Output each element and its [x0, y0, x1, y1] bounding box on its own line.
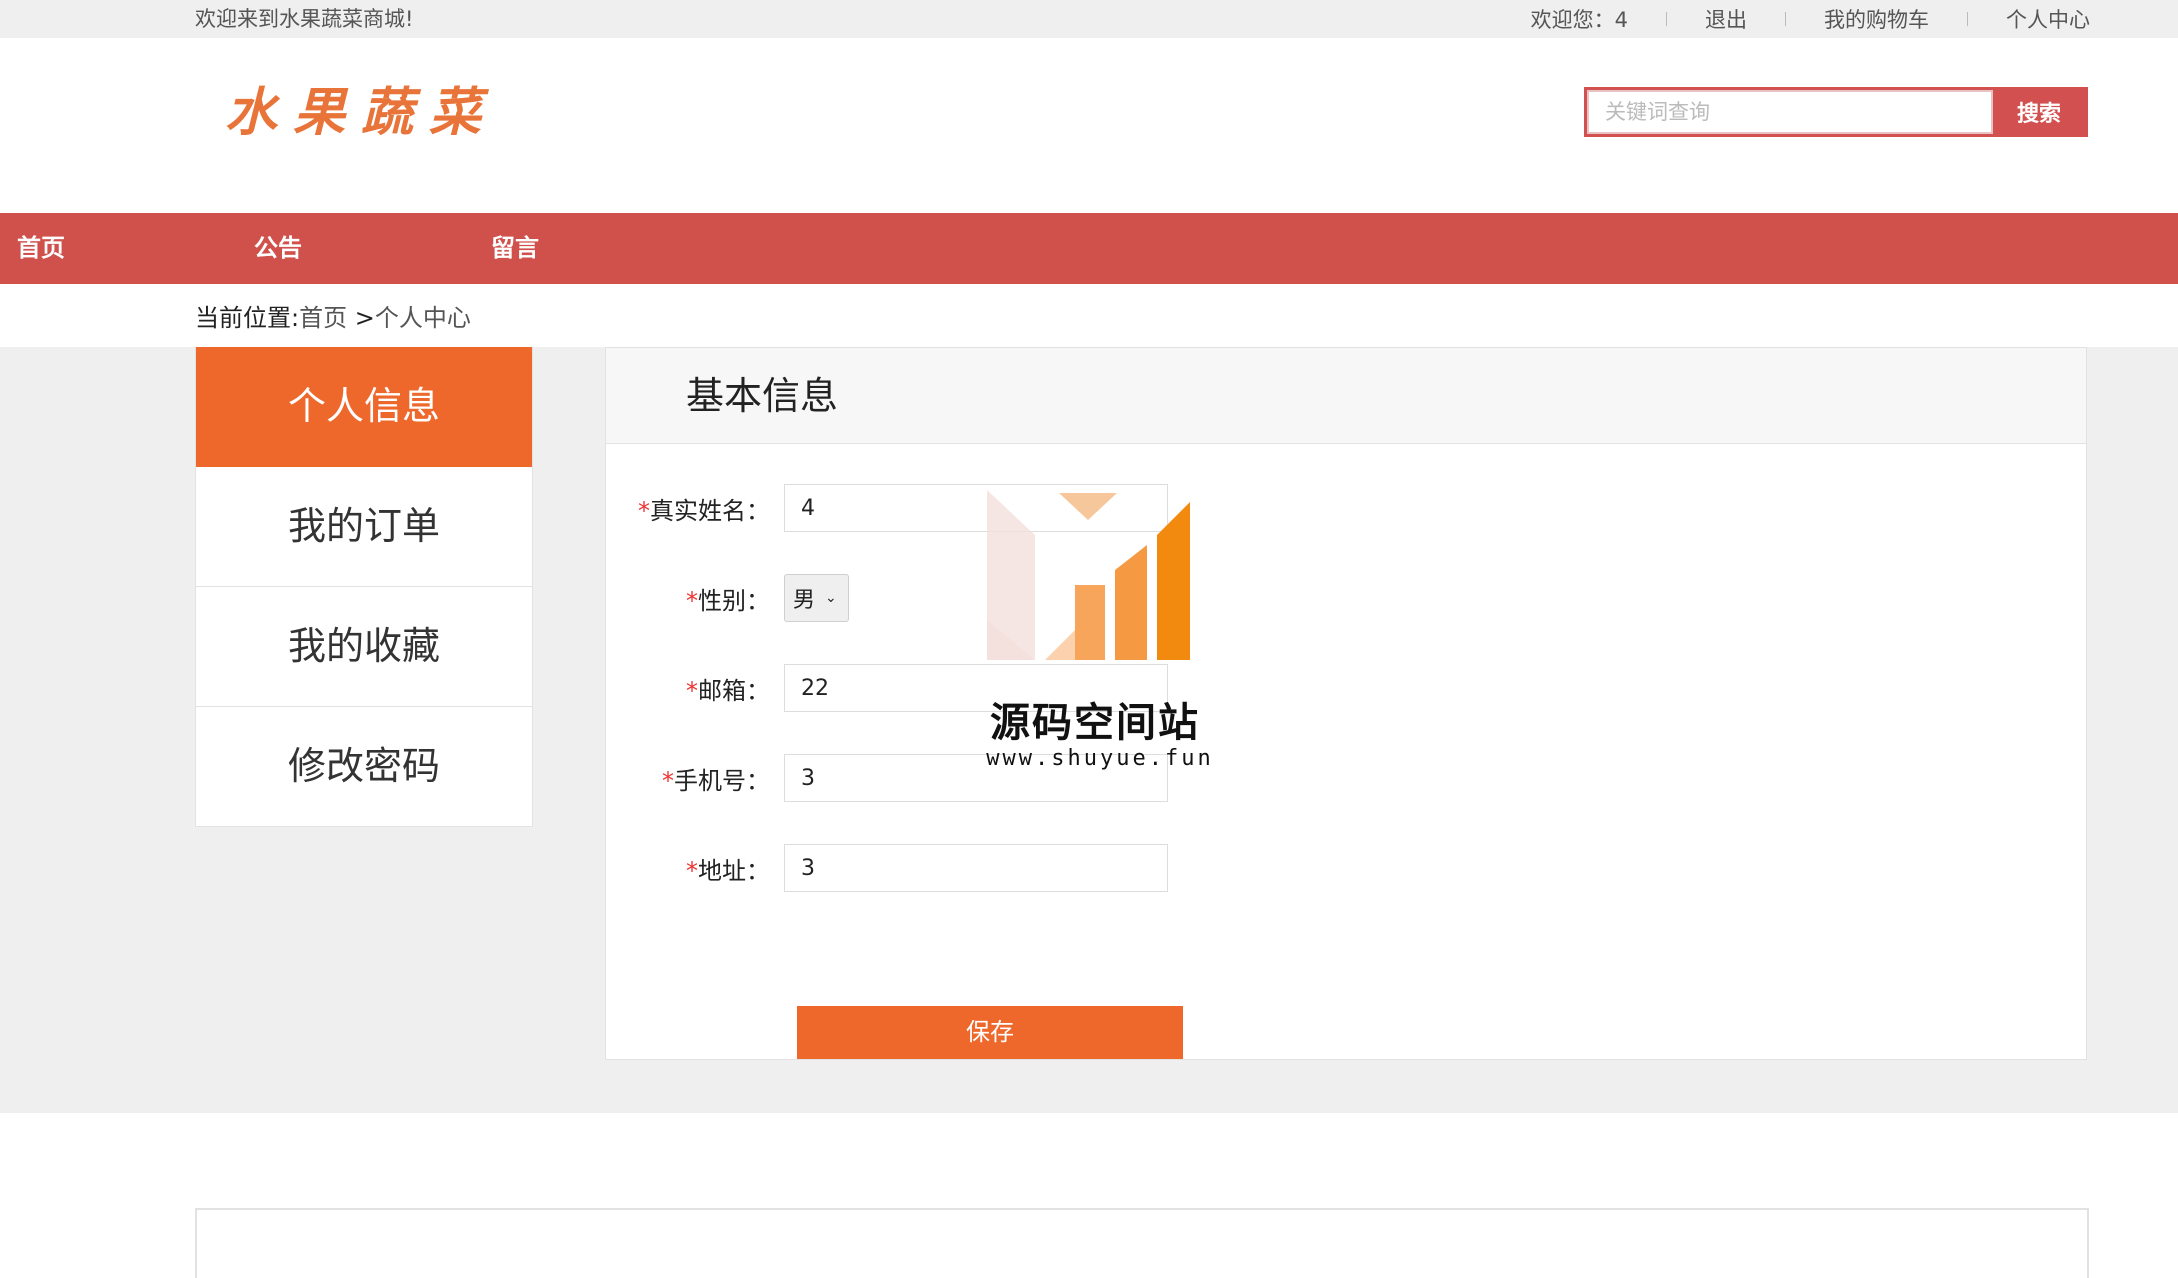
top-links: 欢迎您：4 退出 我的购物车 个人中心 [1493, 0, 2090, 38]
profile-panel: 基本信息 *真实姓名： *性别： 男 ⌄ *邮箱： *手机号： *地址： 保存 [605, 347, 2087, 1060]
address-label: *地址： [606, 851, 784, 886]
required-mark: * [662, 766, 674, 795]
required-mark: * [686, 676, 698, 705]
sidebar-item-favorites[interactable]: 我的收藏 [196, 587, 532, 707]
site-logo[interactable]: 水果蔬菜 [225, 70, 497, 145]
top-bar: 欢迎来到水果蔬菜商城! 欢迎您：4 退出 我的购物车 个人中心 [0, 0, 2178, 38]
email-label: *邮箱： [606, 671, 784, 706]
required-mark: * [686, 586, 698, 615]
real-name-label: *真实姓名： [606, 491, 784, 526]
breadcrumb-home[interactable]: 首页 [299, 304, 347, 332]
breadcrumb-separator: > [347, 304, 375, 332]
main-nav: 首页 公告 留言 [0, 213, 2178, 284]
panel-header: 基本信息 [606, 348, 2086, 444]
gender-label-text: 性别： [698, 586, 770, 615]
welcome-text: 欢迎来到水果蔬菜商城! [195, 7, 414, 31]
address-label-text: 地址： [698, 856, 770, 885]
required-mark: * [686, 856, 698, 885]
chevron-down-icon: ⌄ [825, 590, 837, 606]
sidebar-item-change-password[interactable]: 修改密码 [196, 707, 532, 826]
logout-link[interactable]: 退出 [1667, 4, 1785, 34]
search-input[interactable] [1587, 90, 1993, 134]
phone-label-text: 手机号： [674, 766, 770, 795]
cart-link[interactable]: 我的购物车 [1786, 4, 1967, 34]
watermark-text: 源码空间站 [990, 700, 1200, 746]
phone-label: *手机号： [606, 761, 784, 796]
search-button[interactable]: 搜索 [1993, 90, 2085, 134]
user-greeting: 欢迎您：4 [1530, 8, 1628, 32]
required-mark: * [638, 496, 650, 525]
gender-label: *性别： [606, 581, 784, 616]
gender-value: 男 [793, 588, 816, 613]
nav-item-home[interactable]: 首页 [17, 213, 65, 284]
panel-title: 基本信息 [686, 374, 839, 418]
email-label-text: 邮箱： [698, 676, 770, 705]
form-row-address: *地址： [606, 844, 1168, 892]
sidebar-item-orders[interactable]: 我的订单 [196, 467, 532, 587]
gender-select[interactable]: 男 ⌄ [784, 574, 849, 622]
save-button[interactable]: 保存 [797, 1006, 1183, 1059]
sidebar: 个人信息 我的订单 我的收藏 修改密码 [195, 347, 533, 827]
sidebar-item-profile-info[interactable]: 个人信息 [196, 347, 532, 467]
watermark-url: www.shuyue.fun [986, 746, 1214, 771]
form-row-gender: *性别： 男 ⌄ [606, 574, 849, 622]
breadcrumb-prefix: 当前位置: [195, 304, 300, 332]
search-bar: 搜索 [1584, 87, 2088, 137]
nav-item-message[interactable]: 留言 [491, 213, 539, 284]
profile-link[interactable]: 个人中心 [1968, 4, 2090, 34]
breadcrumb: 当前位置:首页 >个人中心 [195, 300, 471, 336]
breadcrumb-current: 个人中心 [374, 304, 471, 332]
nav-item-notice[interactable]: 公告 [254, 213, 302, 284]
real-name-label-text: 真实姓名： [650, 496, 770, 525]
address-field[interactable] [784, 844, 1168, 892]
